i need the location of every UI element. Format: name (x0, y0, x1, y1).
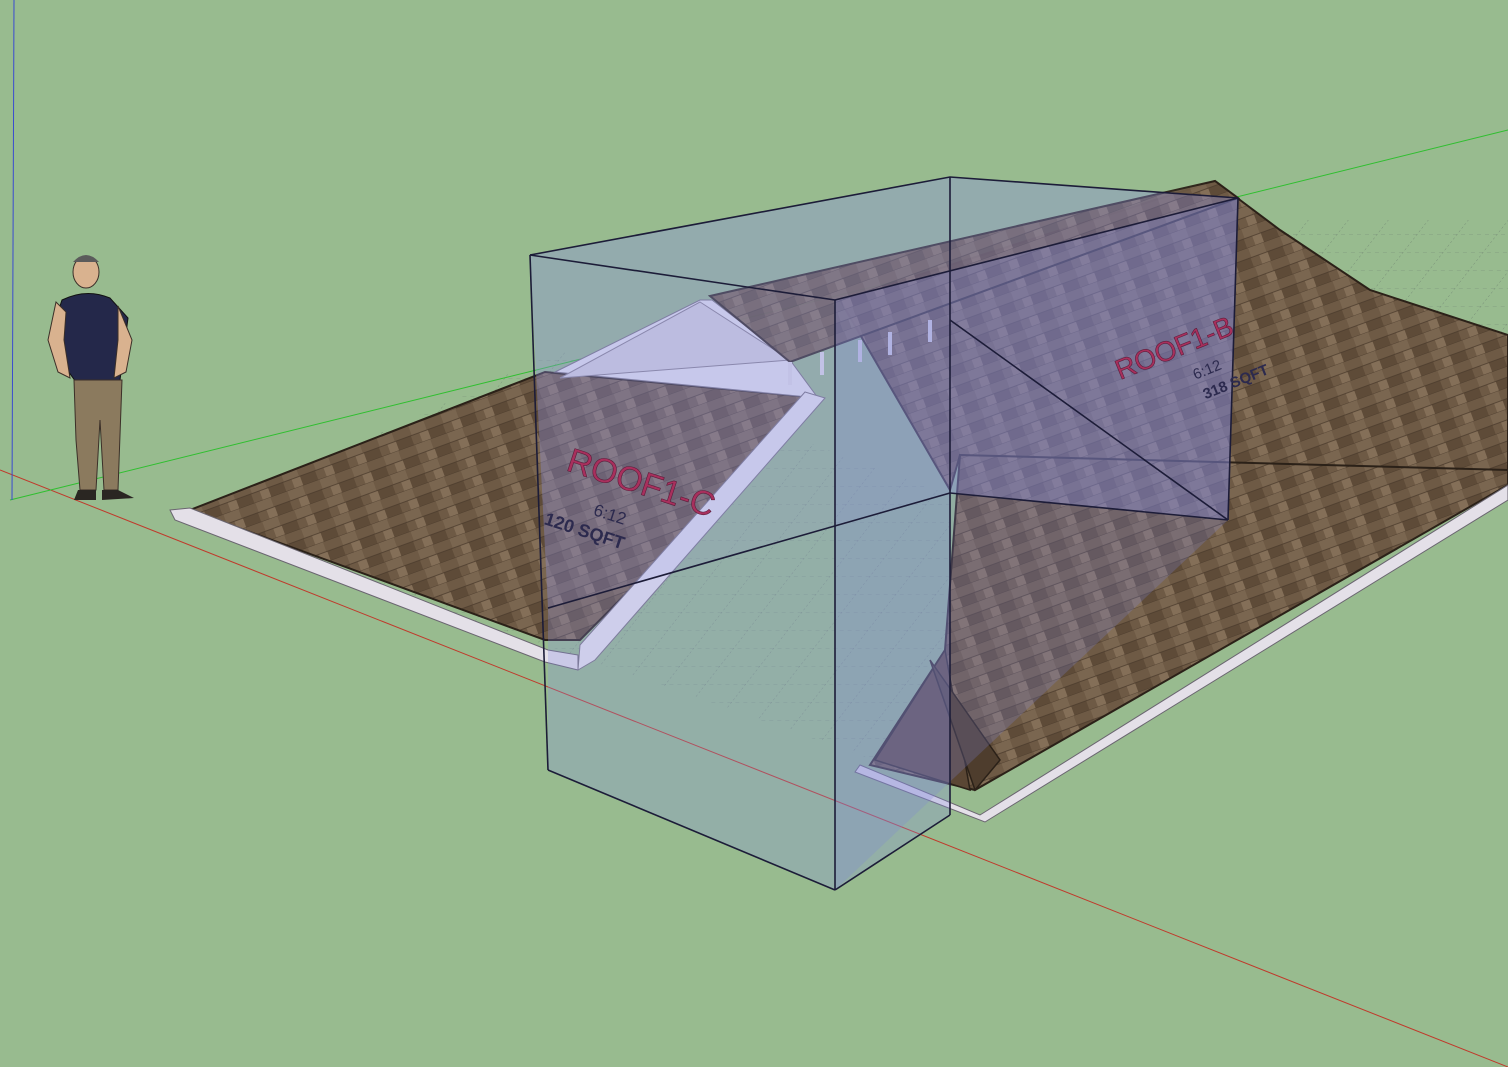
blue-axis (11, 0, 15, 501)
section-box[interactable] (529, 176, 1239, 891)
model-viewport[interactable]: ROOF1-C 6:12 120 SQFT ROOF1-B 6:12 318 S… (0, 0, 1508, 1067)
person-shoes (74, 490, 134, 500)
person-legs (73, 379, 123, 491)
scene-canvas[interactable]: ROOF1-C 6:12 120 SQFT ROOF1-B 6:12 318 S… (0, 0, 1508, 1067)
scale-figure[interactable] (47, 255, 134, 500)
